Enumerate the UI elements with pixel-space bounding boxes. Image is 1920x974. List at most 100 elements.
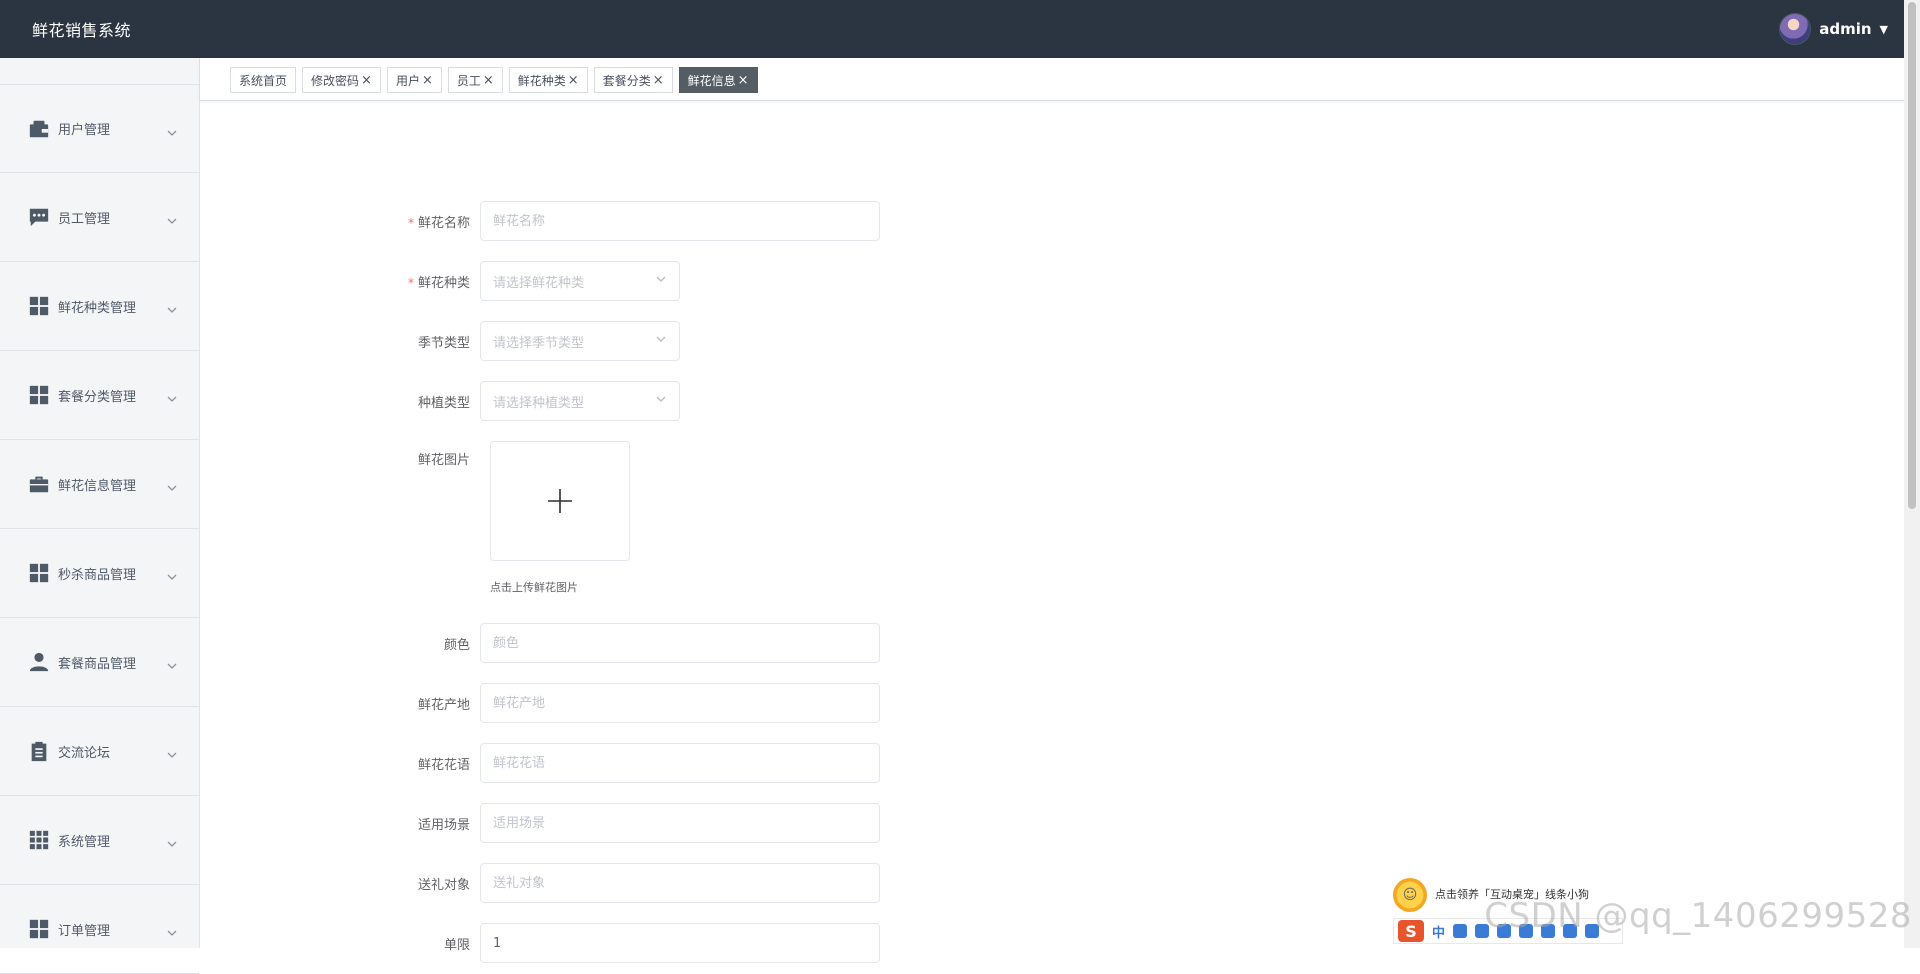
tab-flower-info[interactable]: 鲜花信息 ×: [678, 67, 758, 93]
tab-label: 鲜花种类: [517, 73, 566, 88]
chevron-down-icon: [167, 834, 177, 847]
chevron-down-icon: [167, 923, 177, 936]
sidebar-item-label: 用户管理: [58, 123, 111, 138]
tab-flower-category[interactable]: 鲜花种类 ×: [508, 67, 588, 93]
form-label: * 鲜花种类: [200, 272, 480, 291]
form-row-scene: 适用场景: [200, 803, 1000, 843]
sidebar-item-orders[interactable]: 订单管理: [0, 885, 199, 974]
caret-down-icon[interactable]: ▼: [1880, 23, 1888, 36]
required-mark: *: [407, 215, 414, 230]
form-label: 鲜花图片: [417, 453, 470, 468]
select-placeholder: 请选择鲜花种类: [493, 275, 585, 291]
select-placeholder: 请选择种植类型: [493, 395, 585, 411]
sogou-logo-icon[interactable]: S: [1398, 920, 1424, 942]
user-menu[interactable]: admin ▼: [1779, 13, 1888, 45]
chevron-down-icon: [655, 393, 667, 409]
origin-input[interactable]: [480, 683, 880, 723]
form-label: 颜色: [443, 637, 470, 653]
sidebar: 用户管理 员工管理 鲜花种类管理 套餐分类管理 鲜花信息管理 秒杀商品管理 套餐…: [0, 58, 200, 974]
chevron-down-icon: [655, 333, 667, 349]
chevron-down-icon: [167, 567, 177, 580]
form-row-origin: 鲜花产地: [200, 683, 1000, 723]
sidebar-item-system[interactable]: 系统管理: [0, 796, 199, 885]
form-row-color: 颜色: [200, 623, 1000, 663]
sun-icon[interactable]: ☺: [1393, 878, 1427, 912]
close-icon[interactable]: ×: [738, 73, 749, 88]
person-icon: [28, 651, 50, 673]
form-row-category: * 鲜花种类 请选择鲜花种类: [200, 261, 1000, 301]
form-row-name: * 鲜花名称: [200, 201, 1000, 241]
tab-staff[interactable]: 员工 ×: [447, 67, 503, 93]
tab-label: 系统首页: [239, 73, 288, 88]
punctuation-icon[interactable]: [1453, 924, 1468, 938]
upload-hint: 点击上传鲜花图片: [490, 581, 578, 594]
planting-type-select[interactable]: 请选择种植类型: [480, 381, 680, 421]
watermark: CSDN @qq_1406299528: [1484, 896, 1912, 936]
form-label: 送礼对象: [417, 877, 470, 893]
chat-icon: [28, 206, 50, 228]
sidebar-item-user-management[interactable]: 用户管理: [0, 84, 199, 173]
sidebar-item-flower-info[interactable]: 鲜花信息管理: [0, 440, 199, 529]
form-label: * 鲜花名称: [200, 212, 480, 231]
select-placeholder: 请选择季节类型: [493, 335, 585, 351]
sidebar-item-flower-category[interactable]: 鲜花种类管理: [0, 262, 199, 351]
sidebar-item-label: 订单管理: [58, 923, 111, 939]
tab-change-password[interactable]: 修改密码 ×: [302, 67, 381, 93]
close-icon[interactable]: ×: [361, 73, 372, 88]
tab-package-category[interactable]: 套餐分类 ×: [593, 67, 673, 93]
chevron-down-icon: [655, 273, 667, 289]
grid-icon: [28, 384, 50, 406]
avatar[interactable]: [1779, 13, 1812, 45]
tab-user[interactable]: 用户 ×: [386, 67, 442, 93]
sidebar-item-label: 系统管理: [58, 834, 111, 850]
top-header: 鲜花销售系统 admin ▼: [0, 0, 1920, 58]
grid-icon: [28, 562, 50, 584]
image-upload[interactable]: [490, 441, 630, 561]
form-row-planting: 种植类型 请选择种植类型: [200, 381, 1000, 421]
form-row-limit: 单限: [200, 923, 1000, 963]
form-label: 适用场景: [417, 817, 470, 833]
apps-icon: [28, 829, 50, 851]
tab-label: 修改密码: [311, 73, 360, 88]
app-title: 鲜花销售系统: [32, 21, 132, 40]
ime-mode[interactable]: 中: [1432, 922, 1445, 941]
flower-name-input[interactable]: [480, 201, 880, 241]
color-input[interactable]: [480, 623, 880, 663]
chevron-down-icon: [167, 211, 177, 224]
sidebar-item-package-category[interactable]: 套餐分类管理: [0, 351, 199, 440]
chevron-down-icon: [167, 478, 177, 491]
sidebar-item-package-goods[interactable]: 套餐商品管理: [0, 618, 199, 707]
form-label: 单限: [443, 937, 470, 953]
sidebar-item-flash-sale[interactable]: 秒杀商品管理: [0, 529, 199, 618]
close-icon[interactable]: ×: [483, 73, 494, 88]
recipient-input[interactable]: [480, 863, 880, 903]
flower-language-input[interactable]: [480, 743, 880, 783]
form-label-text: 鲜花种类: [417, 275, 470, 291]
sidebar-item-label: 员工管理: [58, 211, 111, 227]
close-icon[interactable]: ×: [653, 73, 664, 88]
sidebar-item-forum[interactable]: 交流论坛: [0, 707, 199, 796]
sidebar-item-label: 交流论坛: [58, 745, 111, 761]
form-label: 种植类型: [417, 395, 470, 411]
flower-category-select[interactable]: 请选择鲜花种类: [480, 261, 680, 301]
flower-form: *鲜花名称 *鲜花种类 请选择鲜花种类 季节类型 请选择季节类型 种植类型 请选…: [200, 101, 1904, 963]
limit-input[interactable]: [480, 923, 880, 963]
chevron-down-icon: [167, 300, 177, 313]
form-row-recipient: 送礼对象: [200, 863, 1000, 903]
sidebar-item-label: 秒杀商品管理: [58, 567, 137, 583]
close-icon[interactable]: ×: [422, 73, 433, 88]
username[interactable]: admin: [1819, 20, 1871, 38]
page-scrollbar[interactable]: [1904, 0, 1920, 948]
tab-label: 鲜花信息: [687, 73, 736, 88]
form-row-language: 鲜花花语: [200, 743, 1000, 783]
season-type-select[interactable]: 请选择季节类型: [480, 321, 680, 361]
form-label: 季节类型: [417, 335, 470, 351]
sidebar-item-label: 鲜花种类管理: [58, 300, 137, 316]
close-icon[interactable]: ×: [568, 73, 579, 88]
tab-home[interactable]: 系统首页: [230, 67, 297, 93]
sidebar-item-staff-management[interactable]: 员工管理: [0, 173, 199, 262]
briefcase-icon: [28, 473, 50, 495]
chevron-down-icon: [167, 123, 177, 136]
scene-input[interactable]: [480, 803, 880, 843]
scrollbar-thumb[interactable]: [1908, 2, 1916, 509]
